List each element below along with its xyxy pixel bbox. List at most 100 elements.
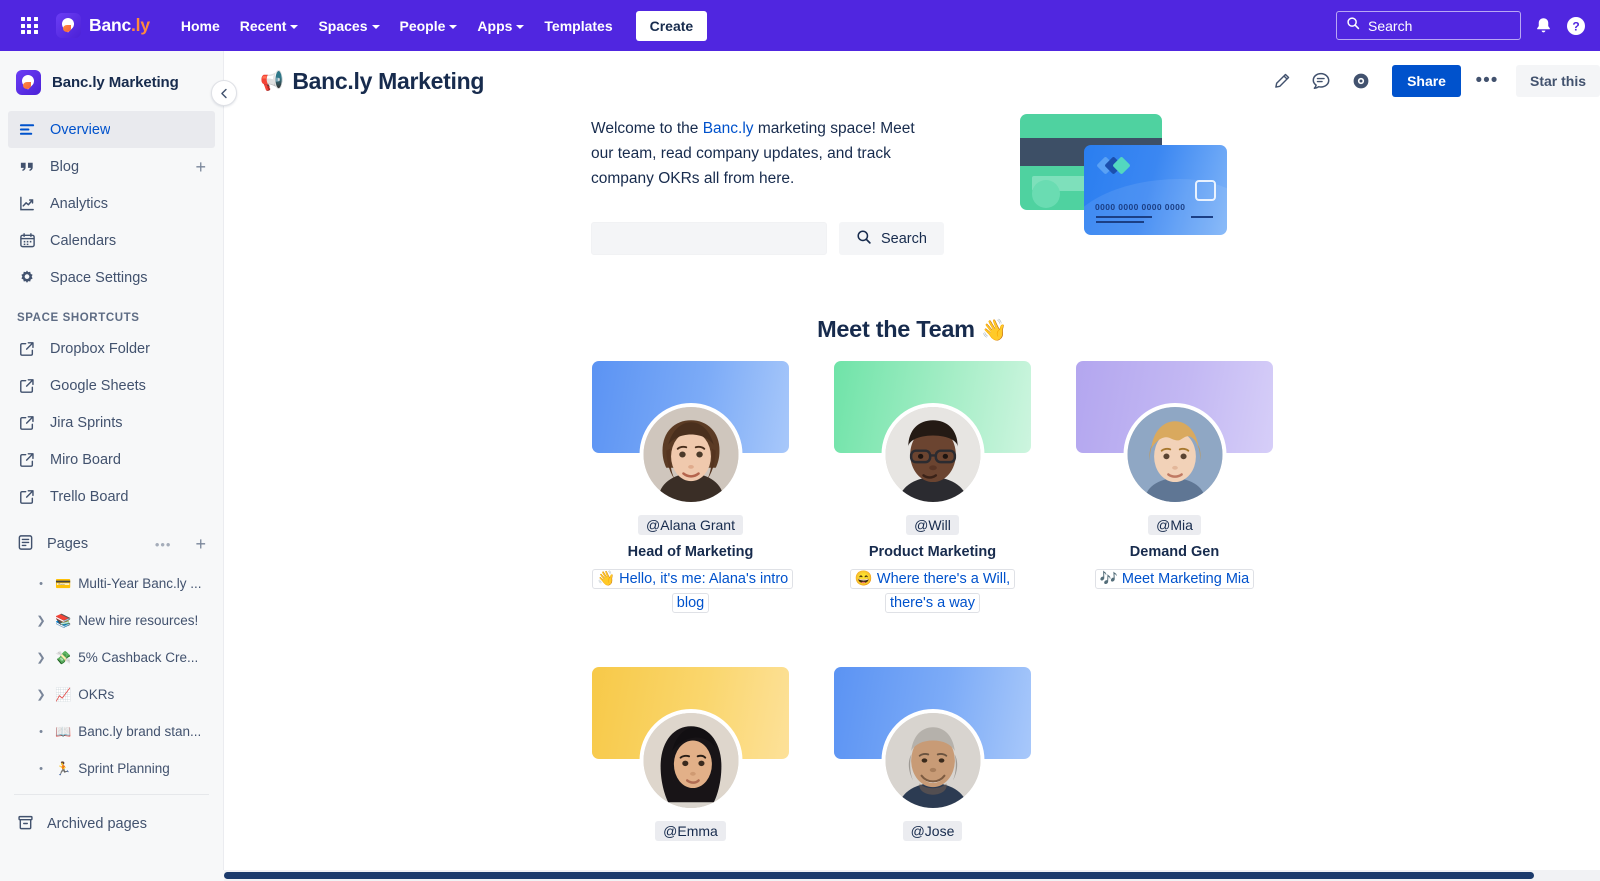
collapse-sidebar-button[interactable] bbox=[211, 80, 237, 106]
member-link-emoji: 👋 bbox=[597, 571, 616, 587]
content-search-input[interactable] bbox=[592, 223, 826, 254]
sidebar-item-label: Google Sheets bbox=[50, 377, 146, 394]
page-tree-label: New hire resources! bbox=[78, 613, 199, 628]
space-shortcuts-title: SPACE SHORTCUTS bbox=[17, 312, 140, 324]
member-mention[interactable]: @Mia bbox=[1148, 515, 1201, 535]
member-mention[interactable]: @Will bbox=[906, 515, 959, 535]
member-role: Head of Marketing bbox=[627, 544, 754, 560]
chevron-right-icon[interactable]: ❯ bbox=[34, 614, 48, 627]
member-mention[interactable]: @Alana Grant bbox=[638, 515, 743, 535]
global-search-box[interactable] bbox=[1336, 11, 1521, 40]
page-tree-item-brand-standards[interactable]: • 📖 Banc.ly brand stan... bbox=[8, 713, 215, 750]
page-title-text: Banc.ly Marketing bbox=[292, 67, 485, 94]
nav-item-apps[interactable]: Apps bbox=[468, 12, 533, 40]
page-title: 📢 Banc.ly Marketing bbox=[260, 68, 484, 95]
member-mention[interactable]: @Emma bbox=[655, 821, 726, 841]
create-button[interactable]: Create bbox=[635, 10, 708, 41]
add-page-icon[interactable]: + bbox=[195, 535, 206, 553]
brand-name: Banc.ly bbox=[89, 15, 150, 36]
blog-quote-icon bbox=[17, 158, 37, 175]
content-search-button-label: Search bbox=[881, 230, 927, 247]
page-header: 📢 Banc.ly Marketing Share ••• Star this bbox=[224, 51, 1600, 111]
page-tree-item-cashback-credit[interactable]: ❯ 💸 5% Cashback Cre... bbox=[8, 639, 215, 676]
sidebar-shortcut-trello-board[interactable]: Trello Board bbox=[8, 478, 215, 515]
content-search-field[interactable] bbox=[591, 222, 827, 255]
share-button[interactable]: Share bbox=[1392, 65, 1461, 97]
member-mention[interactable]: @Jose bbox=[902, 821, 963, 841]
brand-name-main: Banc bbox=[89, 15, 131, 35]
sidebar-item-label: Space Settings bbox=[50, 269, 148, 286]
primary-nav-items: Home Recent Spaces People Apps Templates… bbox=[172, 10, 708, 41]
help-icon[interactable]: ? bbox=[1566, 16, 1586, 36]
add-blog-post-icon[interactable]: + bbox=[195, 158, 206, 176]
member-link[interactable]: 👋 Hello, it's me: Alana's intro blog bbox=[592, 567, 794, 615]
eye-icon[interactable] bbox=[1344, 65, 1378, 97]
sidebar-item-analytics[interactable]: Analytics bbox=[8, 185, 215, 222]
member-link[interactable]: 😄 Where there's a Will, there's a way bbox=[834, 567, 1031, 615]
space-name: Banc.ly Marketing bbox=[52, 74, 179, 91]
blue-card-graphic: 0000 0000 0000 0000 bbox=[1084, 145, 1227, 235]
member-link[interactable]: 🎶 Meet Marketing Mia bbox=[1094, 567, 1255, 591]
nav-item-recent[interactable]: Recent bbox=[231, 12, 308, 40]
pages-more-icon[interactable]: ••• bbox=[155, 537, 172, 552]
page-tree-item-sprint-planning[interactable]: • 🏃 Sprint Planning bbox=[8, 750, 215, 787]
horizontal-scrollbar-thumb[interactable] bbox=[224, 872, 1534, 879]
sidebar-shortcut-dropbox-folder[interactable]: Dropbox Folder bbox=[8, 330, 215, 367]
books-emoji-icon: 📚 bbox=[55, 612, 72, 628]
nav-item-spaces[interactable]: Spaces bbox=[309, 12, 388, 40]
space-nav-list: Overview Blog + Analytics Calendars Spac… bbox=[0, 111, 223, 296]
sidebar-item-overview[interactable]: Overview bbox=[8, 111, 215, 148]
sidebar-item-space-settings[interactable]: Space Settings bbox=[8, 259, 215, 296]
sidebar-item-archived-pages[interactable]: Archived pages bbox=[0, 805, 223, 843]
page-tree-item-okrs[interactable]: ❯ 📈 OKRs bbox=[8, 676, 215, 713]
sidebar-shortcut-jira-sprints[interactable]: Jira Sprints bbox=[8, 404, 215, 441]
team-member-card[interactable]: @Will Product Marketing 😄 Where there's … bbox=[834, 361, 1031, 615]
pencil-icon[interactable] bbox=[1264, 65, 1298, 97]
sidebar-item-label: Miro Board bbox=[50, 451, 121, 468]
sidebar-item-label: Archived pages bbox=[47, 816, 147, 832]
sidebar-shortcut-miro-board[interactable]: Miro Board bbox=[8, 441, 215, 478]
team-member-card[interactable]: @Mia Demand Gen 🎶 Meet Marketing Mia bbox=[1076, 361, 1273, 615]
page-tree-label: OKRs bbox=[78, 687, 115, 702]
page-more-actions-icon[interactable]: ••• bbox=[1470, 65, 1504, 97]
member-link-text: Meet Marketing Mia bbox=[1121, 571, 1250, 587]
bell-icon[interactable] bbox=[1534, 16, 1553, 35]
avatar bbox=[639, 709, 742, 812]
chevron-right-icon[interactable]: ❯ bbox=[34, 688, 48, 701]
team-heading-text: Meet the Team bbox=[817, 316, 975, 342]
comment-icon[interactable] bbox=[1304, 65, 1338, 97]
member-link-text: Where there's a Will, there's a way bbox=[876, 571, 1011, 611]
external-link-icon bbox=[17, 489, 37, 505]
page-tree-label: Sprint Planning bbox=[78, 761, 170, 776]
nav-label: People bbox=[399, 17, 446, 34]
nav-item-home[interactable]: Home bbox=[172, 12, 229, 40]
page-tree-label: 5% Cashback Cre... bbox=[78, 650, 199, 665]
calendar-icon bbox=[17, 232, 37, 249]
external-link-icon bbox=[17, 378, 37, 394]
banc-ly-link[interactable]: Banc.ly bbox=[703, 120, 754, 137]
sidebar-item-blog[interactable]: Blog + bbox=[8, 148, 215, 185]
nav-item-people[interactable]: People bbox=[391, 12, 467, 40]
bullet-icon: • bbox=[39, 762, 43, 775]
page-tree-item-multi-year[interactable]: • 💳 Multi-Year Banc.ly ... bbox=[8, 565, 215, 602]
content-search-button[interactable]: Search bbox=[839, 222, 944, 255]
team-member-card[interactable]: @Alana Grant Head of Marketing 👋 Hello, … bbox=[592, 361, 794, 615]
team-member-card[interactable]: @Jose bbox=[834, 667, 1031, 850]
sidebar-item-label: Calendars bbox=[50, 232, 117, 249]
space-header[interactable]: Banc.ly Marketing bbox=[0, 51, 223, 111]
card-number: 0000 0000 0000 0000 bbox=[1095, 202, 1186, 212]
nav-item-templates[interactable]: Templates bbox=[535, 12, 621, 40]
page-tree-item-new-hire-resources[interactable]: ❯ 📚 New hire resources! bbox=[8, 602, 215, 639]
app-switcher-icon[interactable] bbox=[16, 13, 42, 39]
sidebar-item-label: Analytics bbox=[50, 195, 109, 212]
brand-logo-link[interactable]: Banc.ly bbox=[56, 13, 150, 38]
team-member-card[interactable]: @Emma bbox=[592, 667, 789, 850]
global-search-input[interactable] bbox=[1368, 17, 1511, 34]
sidebar-shortcut-google-sheets[interactable]: Google Sheets bbox=[8, 367, 215, 404]
chevron-right-icon[interactable]: ❯ bbox=[34, 651, 48, 664]
open-book-emoji-icon: 📖 bbox=[55, 723, 72, 739]
sidebar-item-calendars[interactable]: Calendars bbox=[8, 222, 215, 259]
horizontal-scrollbar[interactable] bbox=[224, 870, 1600, 881]
sidebar-item-pages[interactable]: Pages ••• + bbox=[8, 525, 215, 563]
star-page-button[interactable]: Star this bbox=[1515, 65, 1600, 97]
